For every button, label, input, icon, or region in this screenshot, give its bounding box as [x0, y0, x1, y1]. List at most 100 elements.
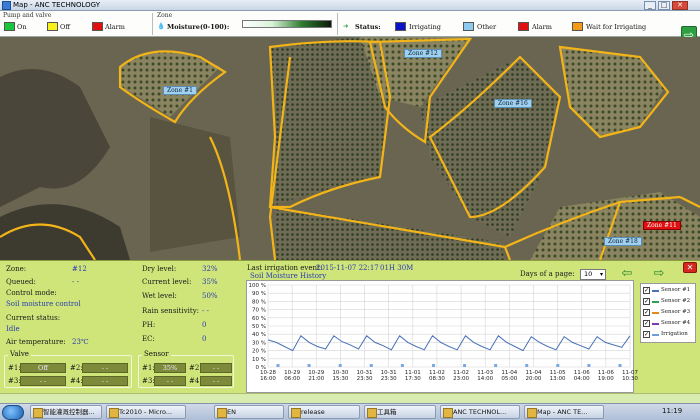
- sensor-4-value: - -: [200, 376, 232, 386]
- x-tick-label: 16:00: [260, 376, 276, 382]
- x-tick-label: 23:30: [381, 376, 397, 382]
- wait-label: Wait for Irrigating: [586, 23, 647, 31]
- off-label: Off: [60, 23, 70, 31]
- sensor-3-value: - -: [154, 376, 186, 386]
- other-label: Other: [477, 23, 497, 31]
- x-tick-label: 08:30: [429, 376, 445, 382]
- app-icon: [2, 1, 11, 10]
- on-label: On: [17, 23, 27, 31]
- chart-legend: ✓ Sensor #1 ✓ Sensor #2 ✓ Sensor #3 ✓ Sensor #4…: [640, 283, 696, 343]
- window-title: Map - ANC TECHNOLOGY: [13, 1, 100, 9]
- taskbar-item[interactable]: release: [288, 405, 360, 419]
- valve-3-key: #3:: [8, 377, 21, 385]
- taskbar-item[interactable]: EN: [214, 405, 284, 419]
- legend-item[interactable]: ✓ Sensor #3: [643, 308, 695, 318]
- irrigation-marker: [400, 364, 404, 367]
- sensor-title: Sensor: [142, 350, 171, 358]
- valve-3-value[interactable]: - -: [20, 376, 66, 386]
- ph-label: PH:: [142, 321, 156, 329]
- y-tick-label: 30 %: [252, 340, 266, 346]
- zone-16-label[interactable]: Zone #16: [494, 99, 532, 108]
- y-tick-label: 40 %: [252, 332, 266, 338]
- minimize-button[interactable]: _: [644, 1, 656, 10]
- taskbar-item[interactable]: Tc2010 - Micro...: [106, 405, 186, 419]
- valve-2-value[interactable]: - -: [82, 363, 128, 373]
- legend-item[interactable]: ✓ Sensor #4: [643, 319, 695, 329]
- status-icon: ➜: [343, 22, 349, 30]
- legend-label: Sensor #1: [661, 287, 691, 293]
- legend-item[interactable]: ✓ Sensor #1: [643, 286, 695, 296]
- dry-level-label: Dry level:: [142, 265, 177, 273]
- current-status-label: Current status:: [6, 314, 61, 322]
- valve-1-key: #1:: [8, 364, 21, 372]
- map-view[interactable]: Zone #1 Zone #12 Zone #16 Zone #18 Zone …: [0, 37, 700, 260]
- legend-checkbox[interactable]: ✓: [643, 309, 650, 316]
- legend-label: Sensor #2: [661, 298, 691, 304]
- dry-level-value: 32%: [202, 265, 218, 273]
- taskbar-item[interactable]: 工具箱: [364, 405, 436, 419]
- x-tick-label: 05:00: [501, 376, 517, 382]
- alarm-swatch: [92, 22, 103, 31]
- x-tick-label: 14:00: [477, 376, 493, 382]
- legend-item[interactable]: ✓ Sensor #2: [643, 297, 695, 307]
- queued-value: - -: [72, 278, 79, 286]
- moisture-gradient: [242, 20, 332, 28]
- close-chart-button[interactable]: ✕: [683, 262, 697, 273]
- zone-title: Zone: [157, 12, 173, 19]
- irrigating-label: Irrigating: [409, 23, 441, 31]
- queued-label: Queued:: [6, 278, 36, 286]
- air-temp-label: Air temperature:: [6, 338, 66, 346]
- legend-swatch: [652, 334, 659, 336]
- zone-11-label[interactable]: Zone #11: [643, 221, 681, 230]
- valve-4-value[interactable]: - -: [82, 376, 128, 386]
- current-status-value: Idle: [6, 325, 20, 333]
- zone-label: Zone:: [6, 265, 27, 273]
- y-tick-label: 50 %: [252, 324, 266, 330]
- maximize-button[interactable]: □: [658, 1, 670, 10]
- legend-item[interactable]: ✓ Irrigation: [643, 330, 695, 340]
- status-alarm-swatch: [518, 22, 529, 31]
- on-swatch: [4, 22, 15, 31]
- zone-info-panel: Zone: #12 Queued: - - Control mode: Soil…: [0, 260, 700, 393]
- wet-level-label: Wet level:: [142, 292, 177, 300]
- legend-checkbox[interactable]: ✓: [643, 320, 650, 327]
- legend-checkbox[interactable]: ✓: [643, 298, 650, 305]
- clock: 11:19: [662, 407, 683, 415]
- zone-1-label[interactable]: Zone #1: [163, 86, 197, 95]
- taskbar-item[interactable]: ANC TECHNOL...: [440, 405, 520, 419]
- moisture-label: Moisture(0-100):: [167, 23, 230, 31]
- irrigation-marker: [307, 364, 311, 367]
- irrigation-marker: [338, 364, 342, 367]
- close-button[interactable]: ✕: [672, 1, 688, 10]
- taskbar: 智能灌溉控制器... Tc2010 - Micro... EN release …: [0, 403, 700, 420]
- valve-title: Valve: [8, 350, 31, 358]
- y-tick-label: 20 %: [252, 349, 266, 355]
- y-tick-label: 80 %: [252, 299, 266, 305]
- wet-level-value: 50%: [202, 292, 218, 300]
- irrigation-marker: [525, 364, 529, 367]
- alarm-label: Alarm: [105, 23, 125, 31]
- current-level-label: Current level:: [142, 278, 192, 286]
- x-tick-label: 19:00: [598, 376, 614, 382]
- rain-value: - -: [202, 307, 209, 315]
- taskbar-item[interactable]: Map - ANC TE...: [524, 405, 604, 419]
- zone-value: #12: [72, 265, 87, 273]
- drop-icon: 💧: [157, 22, 166, 30]
- satellite-map: [0, 37, 700, 260]
- zone-12-label[interactable]: Zone #12: [404, 49, 442, 58]
- valve-1-value[interactable]: Off: [20, 363, 66, 373]
- x-tick-label: 21:00: [308, 376, 324, 382]
- ec-label: EC:: [142, 335, 155, 343]
- legend-bar: Pump and valve On Off Alarm Zone 💧 Moist…: [0, 11, 700, 44]
- air-temp-value: 23℃: [72, 338, 89, 346]
- zone-18-label[interactable]: Zone #18: [604, 237, 642, 246]
- taskbar-item[interactable]: 智能灌溉控制器...: [30, 405, 102, 419]
- divider: [152, 13, 153, 35]
- divider: [337, 13, 338, 35]
- legend-checkbox[interactable]: ✓: [643, 331, 650, 338]
- next-page-arrow[interactable]: ⇨: [646, 267, 672, 280]
- irrigation-marker: [369, 364, 373, 367]
- status-strip: [0, 393, 700, 403]
- legend-checkbox[interactable]: ✓: [643, 287, 650, 294]
- start-button[interactable]: [2, 405, 24, 420]
